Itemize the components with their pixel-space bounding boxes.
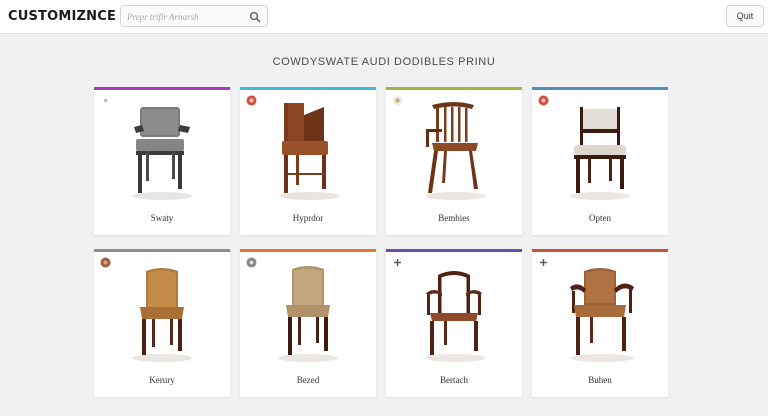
badge-icon[interactable] [246, 257, 257, 268]
badge-icon[interactable] [246, 95, 257, 106]
page-title: COWDYSWATE AUDI DODIBLES PRINU [272, 56, 496, 68]
product-card[interactable]: Buhen [532, 249, 668, 397]
product-label: Bertach [440, 375, 468, 385]
top-bar: CUSTOMIZNCE Quit [0, 0, 768, 34]
card-accent-bar [240, 249, 376, 252]
product-card[interactable]: Bertach [386, 249, 522, 397]
product-card[interactable]: Bezed [240, 249, 376, 397]
badge-icon[interactable] [100, 95, 111, 106]
cushioned-dining-chair-icon [570, 107, 630, 200]
card-accent-bar [386, 87, 522, 90]
wooden-slat-back-chair-icon [280, 103, 340, 200]
curved-arm-upholstered-chair-icon [570, 268, 634, 362]
card-accent-bar [532, 87, 668, 90]
badge-icon[interactable] [100, 257, 111, 268]
search-icon[interactable] [249, 11, 261, 23]
search-input[interactable] [127, 9, 245, 24]
product-card[interactable]: Kerury [94, 249, 230, 397]
quit-button[interactable]: Quit [726, 5, 764, 27]
product-card[interactable]: Swaty [94, 87, 230, 235]
plus-icon[interactable] [538, 257, 549, 268]
product-card[interactable]: Opten [532, 87, 668, 235]
badge-icon[interactable] [392, 95, 403, 106]
gray-upholstered-armchair-icon [132, 107, 192, 200]
card-accent-bar [386, 249, 522, 252]
product-label: Bembies [438, 213, 470, 223]
open-arm-wood-chair-icon [426, 271, 486, 362]
product-card[interactable]: Bembies [386, 87, 522, 235]
product-card[interactable]: Hyprdor [240, 87, 376, 235]
card-accent-bar [94, 87, 230, 90]
product-label: Buhen [588, 375, 612, 385]
product-label: Hyprdor [292, 213, 324, 223]
product-label: Bezed [296, 375, 320, 385]
product-label: Swaty [150, 213, 174, 223]
card-accent-bar [532, 249, 668, 252]
card-accent-bar [240, 87, 376, 90]
brand-logo[interactable]: CUSTOMIZNCE [8, 9, 116, 24]
card-accent-bar [94, 249, 230, 252]
product-label: Opten [589, 213, 611, 223]
plus-icon[interactable] [392, 257, 403, 268]
leather-parsons-chair-icon [132, 268, 192, 362]
upholstered-side-chair-icon [278, 266, 338, 362]
search-box[interactable] [120, 5, 268, 27]
product-label: Kerury [149, 375, 175, 385]
windsor-spindle-armchair-icon [426, 102, 486, 200]
badge-icon[interactable] [538, 95, 549, 106]
